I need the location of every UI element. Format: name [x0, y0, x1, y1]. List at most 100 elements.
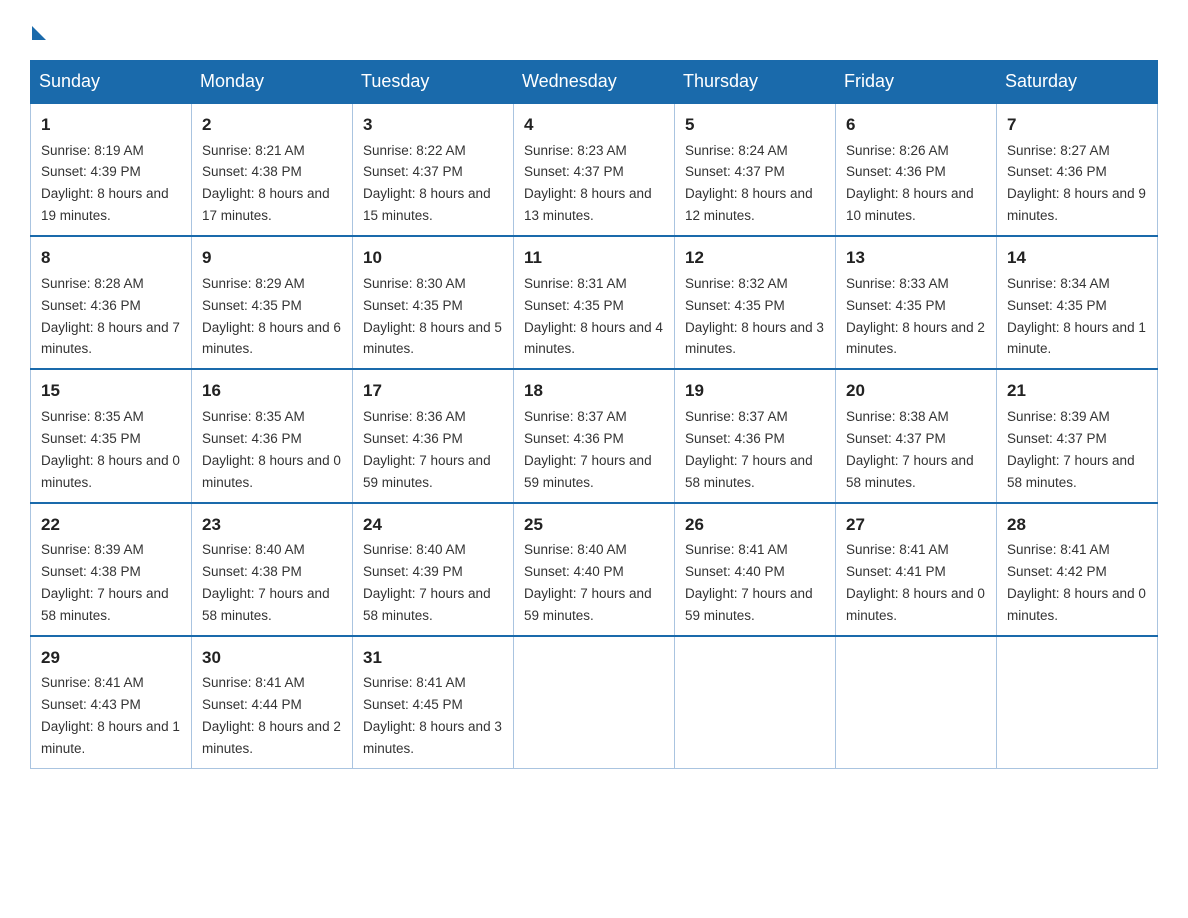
calendar-week-row: 8 Sunrise: 8:28 AMSunset: 4:36 PMDayligh…: [31, 236, 1158, 369]
calendar-cell: 27 Sunrise: 8:41 AMSunset: 4:41 PMDaylig…: [836, 503, 997, 636]
day-number: 26: [685, 512, 825, 538]
calendar-cell: 7 Sunrise: 8:27 AMSunset: 4:36 PMDayligh…: [997, 103, 1158, 236]
day-number: 27: [846, 512, 986, 538]
day-info: Sunrise: 8:35 AMSunset: 4:35 PMDaylight:…: [41, 409, 180, 490]
day-number: 11: [524, 245, 664, 271]
calendar-cell: 16 Sunrise: 8:35 AMSunset: 4:36 PMDaylig…: [192, 369, 353, 502]
day-number: 20: [846, 378, 986, 404]
calendar-cell: 18 Sunrise: 8:37 AMSunset: 4:36 PMDaylig…: [514, 369, 675, 502]
calendar-cell: 1 Sunrise: 8:19 AMSunset: 4:39 PMDayligh…: [31, 103, 192, 236]
day-info: Sunrise: 8:21 AMSunset: 4:38 PMDaylight:…: [202, 143, 330, 224]
calendar-day-header: Wednesday: [514, 61, 675, 104]
day-info: Sunrise: 8:24 AMSunset: 4:37 PMDaylight:…: [685, 143, 813, 224]
day-number: 13: [846, 245, 986, 271]
day-number: 1: [41, 112, 181, 138]
day-info: Sunrise: 8:41 AMSunset: 4:43 PMDaylight:…: [41, 675, 180, 756]
day-number: 14: [1007, 245, 1147, 271]
day-info: Sunrise: 8:41 AMSunset: 4:42 PMDaylight:…: [1007, 542, 1146, 623]
day-info: Sunrise: 8:19 AMSunset: 4:39 PMDaylight:…: [41, 143, 169, 224]
day-number: 18: [524, 378, 664, 404]
calendar-cell: 28 Sunrise: 8:41 AMSunset: 4:42 PMDaylig…: [997, 503, 1158, 636]
logo-triangle-icon: [32, 26, 46, 40]
day-number: 15: [41, 378, 181, 404]
day-number: 4: [524, 112, 664, 138]
calendar-day-header: Thursday: [675, 61, 836, 104]
day-number: 7: [1007, 112, 1147, 138]
calendar-cell: 6 Sunrise: 8:26 AMSunset: 4:36 PMDayligh…: [836, 103, 997, 236]
day-info: Sunrise: 8:35 AMSunset: 4:36 PMDaylight:…: [202, 409, 341, 490]
day-number: 12: [685, 245, 825, 271]
day-info: Sunrise: 8:32 AMSunset: 4:35 PMDaylight:…: [685, 276, 824, 357]
calendar-cell: 15 Sunrise: 8:35 AMSunset: 4:35 PMDaylig…: [31, 369, 192, 502]
day-info: Sunrise: 8:40 AMSunset: 4:38 PMDaylight:…: [202, 542, 330, 623]
calendar-cell: 23 Sunrise: 8:40 AMSunset: 4:38 PMDaylig…: [192, 503, 353, 636]
day-number: 29: [41, 645, 181, 671]
day-number: 22: [41, 512, 181, 538]
calendar-table: SundayMondayTuesdayWednesdayThursdayFrid…: [30, 60, 1158, 769]
day-info: Sunrise: 8:22 AMSunset: 4:37 PMDaylight:…: [363, 143, 491, 224]
day-info: Sunrise: 8:37 AMSunset: 4:36 PMDaylight:…: [685, 409, 813, 490]
calendar-cell: 9 Sunrise: 8:29 AMSunset: 4:35 PMDayligh…: [192, 236, 353, 369]
calendar-cell: 3 Sunrise: 8:22 AMSunset: 4:37 PMDayligh…: [353, 103, 514, 236]
day-number: 3: [363, 112, 503, 138]
day-info: Sunrise: 8:40 AMSunset: 4:39 PMDaylight:…: [363, 542, 491, 623]
calendar-week-row: 1 Sunrise: 8:19 AMSunset: 4:39 PMDayligh…: [31, 103, 1158, 236]
day-number: 2: [202, 112, 342, 138]
day-number: 9: [202, 245, 342, 271]
calendar-day-header: Saturday: [997, 61, 1158, 104]
day-number: 23: [202, 512, 342, 538]
calendar-week-row: 15 Sunrise: 8:35 AMSunset: 4:35 PMDaylig…: [31, 369, 1158, 502]
day-number: 6: [846, 112, 986, 138]
day-info: Sunrise: 8:40 AMSunset: 4:40 PMDaylight:…: [524, 542, 652, 623]
day-number: 10: [363, 245, 503, 271]
calendar-cell: 29 Sunrise: 8:41 AMSunset: 4:43 PMDaylig…: [31, 636, 192, 769]
calendar-cell: 4 Sunrise: 8:23 AMSunset: 4:37 PMDayligh…: [514, 103, 675, 236]
calendar-day-header: Tuesday: [353, 61, 514, 104]
calendar-cell: 22 Sunrise: 8:39 AMSunset: 4:38 PMDaylig…: [31, 503, 192, 636]
day-number: 17: [363, 378, 503, 404]
day-info: Sunrise: 8:36 AMSunset: 4:36 PMDaylight:…: [363, 409, 491, 490]
calendar-cell: 2 Sunrise: 8:21 AMSunset: 4:38 PMDayligh…: [192, 103, 353, 236]
day-number: 19: [685, 378, 825, 404]
calendar-day-header: Monday: [192, 61, 353, 104]
day-number: 30: [202, 645, 342, 671]
calendar-cell: 12 Sunrise: 8:32 AMSunset: 4:35 PMDaylig…: [675, 236, 836, 369]
calendar-cell: 13 Sunrise: 8:33 AMSunset: 4:35 PMDaylig…: [836, 236, 997, 369]
day-info: Sunrise: 8:34 AMSunset: 4:35 PMDaylight:…: [1007, 276, 1146, 357]
logo: [30, 20, 46, 40]
calendar-cell: 11 Sunrise: 8:31 AMSunset: 4:35 PMDaylig…: [514, 236, 675, 369]
day-number: 5: [685, 112, 825, 138]
day-info: Sunrise: 8:28 AMSunset: 4:36 PMDaylight:…: [41, 276, 180, 357]
calendar-week-row: 22 Sunrise: 8:39 AMSunset: 4:38 PMDaylig…: [31, 503, 1158, 636]
calendar-cell: 24 Sunrise: 8:40 AMSunset: 4:39 PMDaylig…: [353, 503, 514, 636]
day-number: 25: [524, 512, 664, 538]
day-info: Sunrise: 8:41 AMSunset: 4:40 PMDaylight:…: [685, 542, 813, 623]
calendar-cell: 26 Sunrise: 8:41 AMSunset: 4:40 PMDaylig…: [675, 503, 836, 636]
calendar-cell: 20 Sunrise: 8:38 AMSunset: 4:37 PMDaylig…: [836, 369, 997, 502]
day-info: Sunrise: 8:29 AMSunset: 4:35 PMDaylight:…: [202, 276, 341, 357]
calendar-cell: [675, 636, 836, 769]
calendar-cell: [836, 636, 997, 769]
calendar-cell: 25 Sunrise: 8:40 AMSunset: 4:40 PMDaylig…: [514, 503, 675, 636]
calendar-cell: 19 Sunrise: 8:37 AMSunset: 4:36 PMDaylig…: [675, 369, 836, 502]
day-number: 28: [1007, 512, 1147, 538]
day-number: 31: [363, 645, 503, 671]
day-info: Sunrise: 8:30 AMSunset: 4:35 PMDaylight:…: [363, 276, 502, 357]
calendar-cell: 14 Sunrise: 8:34 AMSunset: 4:35 PMDaylig…: [997, 236, 1158, 369]
day-info: Sunrise: 8:41 AMSunset: 4:41 PMDaylight:…: [846, 542, 985, 623]
day-info: Sunrise: 8:27 AMSunset: 4:36 PMDaylight:…: [1007, 143, 1146, 224]
calendar-cell: [997, 636, 1158, 769]
calendar-day-header: Friday: [836, 61, 997, 104]
day-info: Sunrise: 8:39 AMSunset: 4:37 PMDaylight:…: [1007, 409, 1135, 490]
calendar-cell: 8 Sunrise: 8:28 AMSunset: 4:36 PMDayligh…: [31, 236, 192, 369]
day-number: 8: [41, 245, 181, 271]
calendar-cell: 31 Sunrise: 8:41 AMSunset: 4:45 PMDaylig…: [353, 636, 514, 769]
day-info: Sunrise: 8:38 AMSunset: 4:37 PMDaylight:…: [846, 409, 974, 490]
page-header: [30, 20, 1158, 40]
day-info: Sunrise: 8:41 AMSunset: 4:45 PMDaylight:…: [363, 675, 502, 756]
calendar-cell: 17 Sunrise: 8:36 AMSunset: 4:36 PMDaylig…: [353, 369, 514, 502]
day-info: Sunrise: 8:26 AMSunset: 4:36 PMDaylight:…: [846, 143, 974, 224]
calendar-cell: 10 Sunrise: 8:30 AMSunset: 4:35 PMDaylig…: [353, 236, 514, 369]
day-info: Sunrise: 8:23 AMSunset: 4:37 PMDaylight:…: [524, 143, 652, 224]
day-info: Sunrise: 8:41 AMSunset: 4:44 PMDaylight:…: [202, 675, 341, 756]
